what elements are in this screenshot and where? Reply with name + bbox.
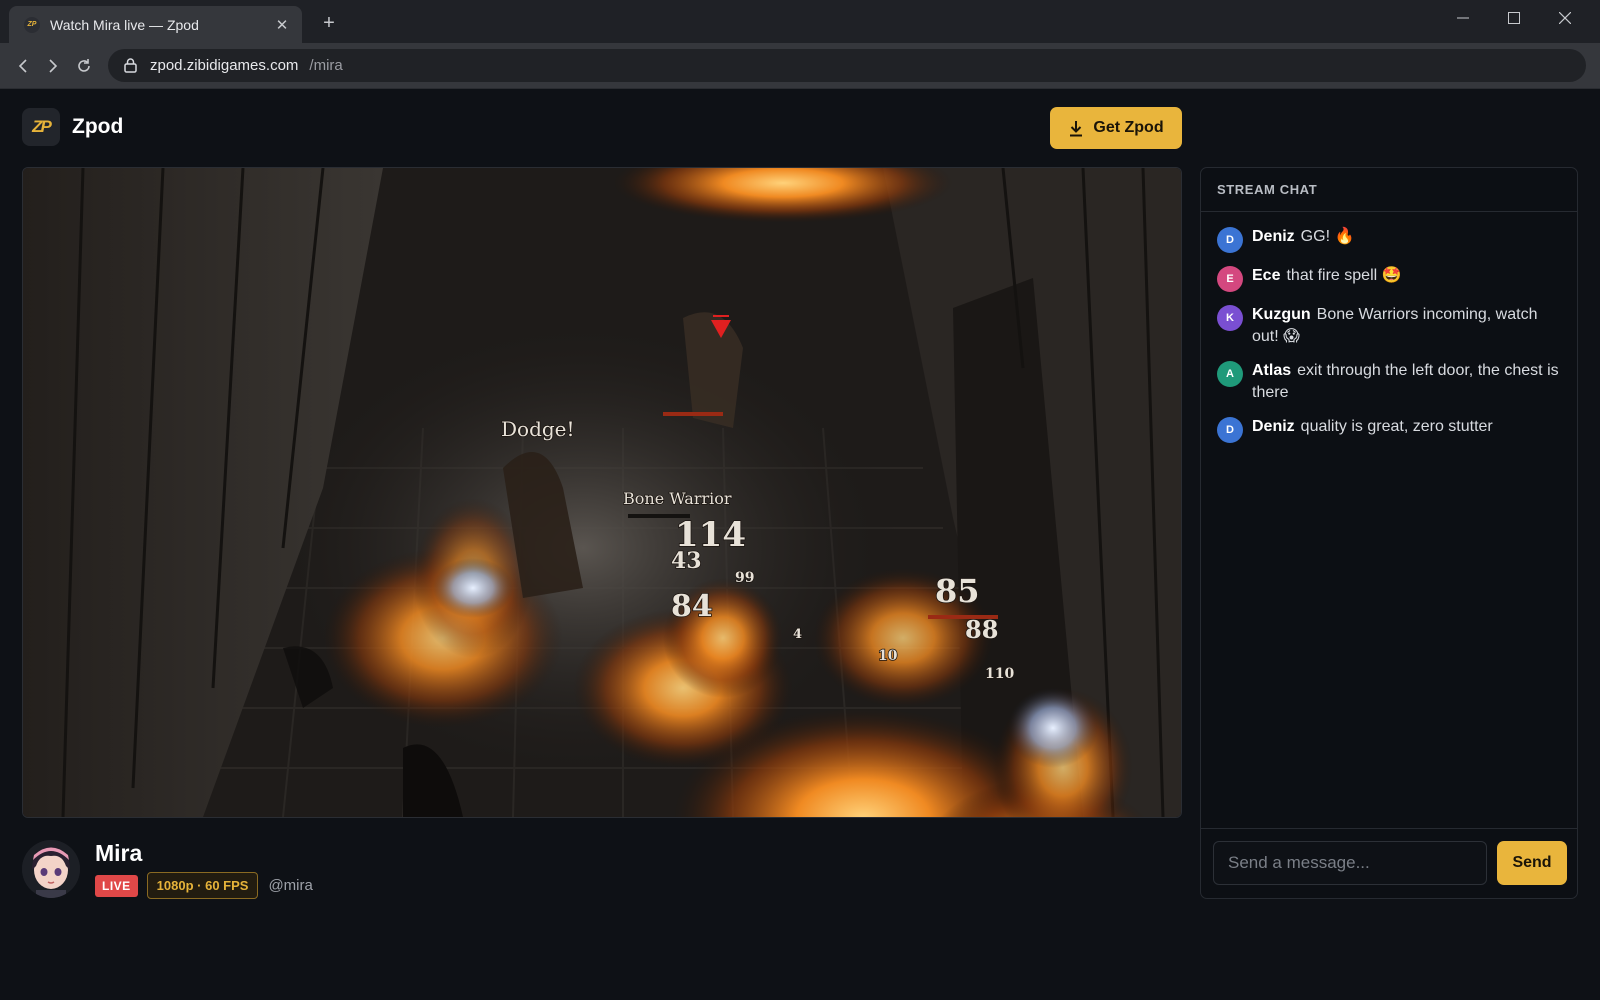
chat-username[interactable]: Deniz: [1252, 418, 1295, 435]
brand-name: Zpod: [72, 115, 124, 138]
back-icon[interactable]: [8, 51, 38, 81]
damage-number: 110: [985, 666, 1014, 682]
chat-user-avatar[interactable]: D: [1217, 227, 1243, 253]
chat-user-avatar[interactable]: D: [1217, 417, 1243, 443]
maximize-icon[interactable]: [1491, 4, 1537, 32]
chat-header: STREAM CHAT: [1201, 168, 1577, 212]
chat-message-text: quality is great, zero stutter: [1300, 418, 1493, 435]
chat-username[interactable]: Ece: [1252, 267, 1280, 284]
chat-message-text: that fire spell 🤩: [1286, 267, 1402, 284]
zpod-logo[interactable]: ZP: [22, 108, 60, 146]
reload-icon[interactable]: [69, 51, 99, 81]
chat-message-list[interactable]: D Deniz GG! 🔥 E Ece that fire spell 🤩 K Ku…: [1201, 212, 1577, 443]
brand[interactable]: ZP Zpod: [22, 108, 123, 146]
dodge-text: Dodge!: [501, 417, 575, 441]
damage-number: 85: [935, 572, 980, 610]
damage-number: 99: [735, 570, 754, 586]
close-window-icon[interactable]: [1542, 4, 1588, 32]
chat-user-avatar[interactable]: K: [1217, 305, 1243, 331]
tab-close-icon[interactable]: ✕: [270, 13, 294, 37]
lock-icon[interactable]: [122, 58, 138, 74]
streamer-name: Mira: [95, 840, 143, 866]
chat-user-avatar[interactable]: E: [1217, 266, 1243, 292]
streamer-avatar[interactable]: [22, 840, 80, 898]
streamer-handle: @mira: [268, 877, 313, 894]
chat-username[interactable]: Deniz: [1252, 228, 1295, 245]
get-zpod-label: Get Zpod: [1093, 119, 1164, 136]
damage-number: 84: [671, 589, 713, 624]
stream-badges: LIVE 1080p · 60 FPS @mira: [95, 872, 313, 899]
chat-message-input[interactable]: [1213, 841, 1487, 885]
chat-user-avatar[interactable]: A: [1217, 361, 1243, 387]
game-video-frame: Dodge! Bone Warrior 114 43 99 84 85 88 4…: [23, 168, 1181, 817]
damage-number: 88: [965, 615, 998, 644]
minimize-icon[interactable]: [1440, 4, 1486, 32]
damage-number: 4: [793, 627, 802, 642]
chat-message: D Deniz GG! 🔥: [1217, 226, 1561, 253]
url-host: zpod.zibidigames.com: [150, 57, 299, 74]
chat-username[interactable]: Atlas: [1252, 362, 1291, 379]
enemy-name-label: Bone Warrior: [623, 489, 732, 508]
forward-icon[interactable]: [38, 51, 68, 81]
browser-toolbar: zpod.zibidigames.com /mira: [0, 43, 1600, 89]
chat-message: E Ece that fire spell 🤩: [1217, 265, 1561, 292]
chat-message: A Atlas exit through the left door, the c…: [1217, 360, 1561, 404]
chat-message-text: GG! 🔥: [1300, 228, 1355, 245]
address-bar[interactable]: zpod.zibidigames.com /mira: [108, 49, 1586, 82]
send-button[interactable]: Send: [1497, 841, 1567, 885]
new-tab-icon[interactable]: +: [316, 10, 342, 36]
tab-favicon-icon: ZP: [24, 16, 40, 33]
url-path: /mira: [309, 57, 343, 74]
browser-tab[interactable]: ZP Watch Mira live — Zpod ✕: [9, 6, 302, 43]
download-icon: [1070, 120, 1083, 136]
quality-badge: 1080p · 60 FPS: [146, 872, 259, 899]
chat-message-text: exit through the left door, the chest is…: [1252, 362, 1559, 401]
browser-titlebar: ZP Watch Mira live — Zpod ✕ +: [0, 0, 1600, 43]
chat-message: K Kuzgun Bone Warriors incoming, watch ou…: [1217, 304, 1561, 348]
chat-footer: Send: [1201, 828, 1577, 898]
damage-number: 10: [878, 648, 898, 664]
tab-title: Watch Mira live — Zpod: [50, 16, 199, 33]
damage-number: 43: [671, 548, 702, 574]
video-player[interactable]: Dodge! Bone Warrior 114 43 99 84 85 88 4…: [22, 167, 1182, 818]
live-badge: LIVE: [95, 874, 138, 897]
get-zpod-button[interactable]: Get Zpod: [1050, 107, 1182, 149]
stream-chat-panel: STREAM CHAT D Deniz GG! 🔥 E Ece that fire …: [1200, 167, 1578, 899]
chat-message: D Deniz quality is great, zero stutter: [1217, 416, 1561, 443]
chat-username[interactable]: Kuzgun: [1252, 306, 1311, 323]
